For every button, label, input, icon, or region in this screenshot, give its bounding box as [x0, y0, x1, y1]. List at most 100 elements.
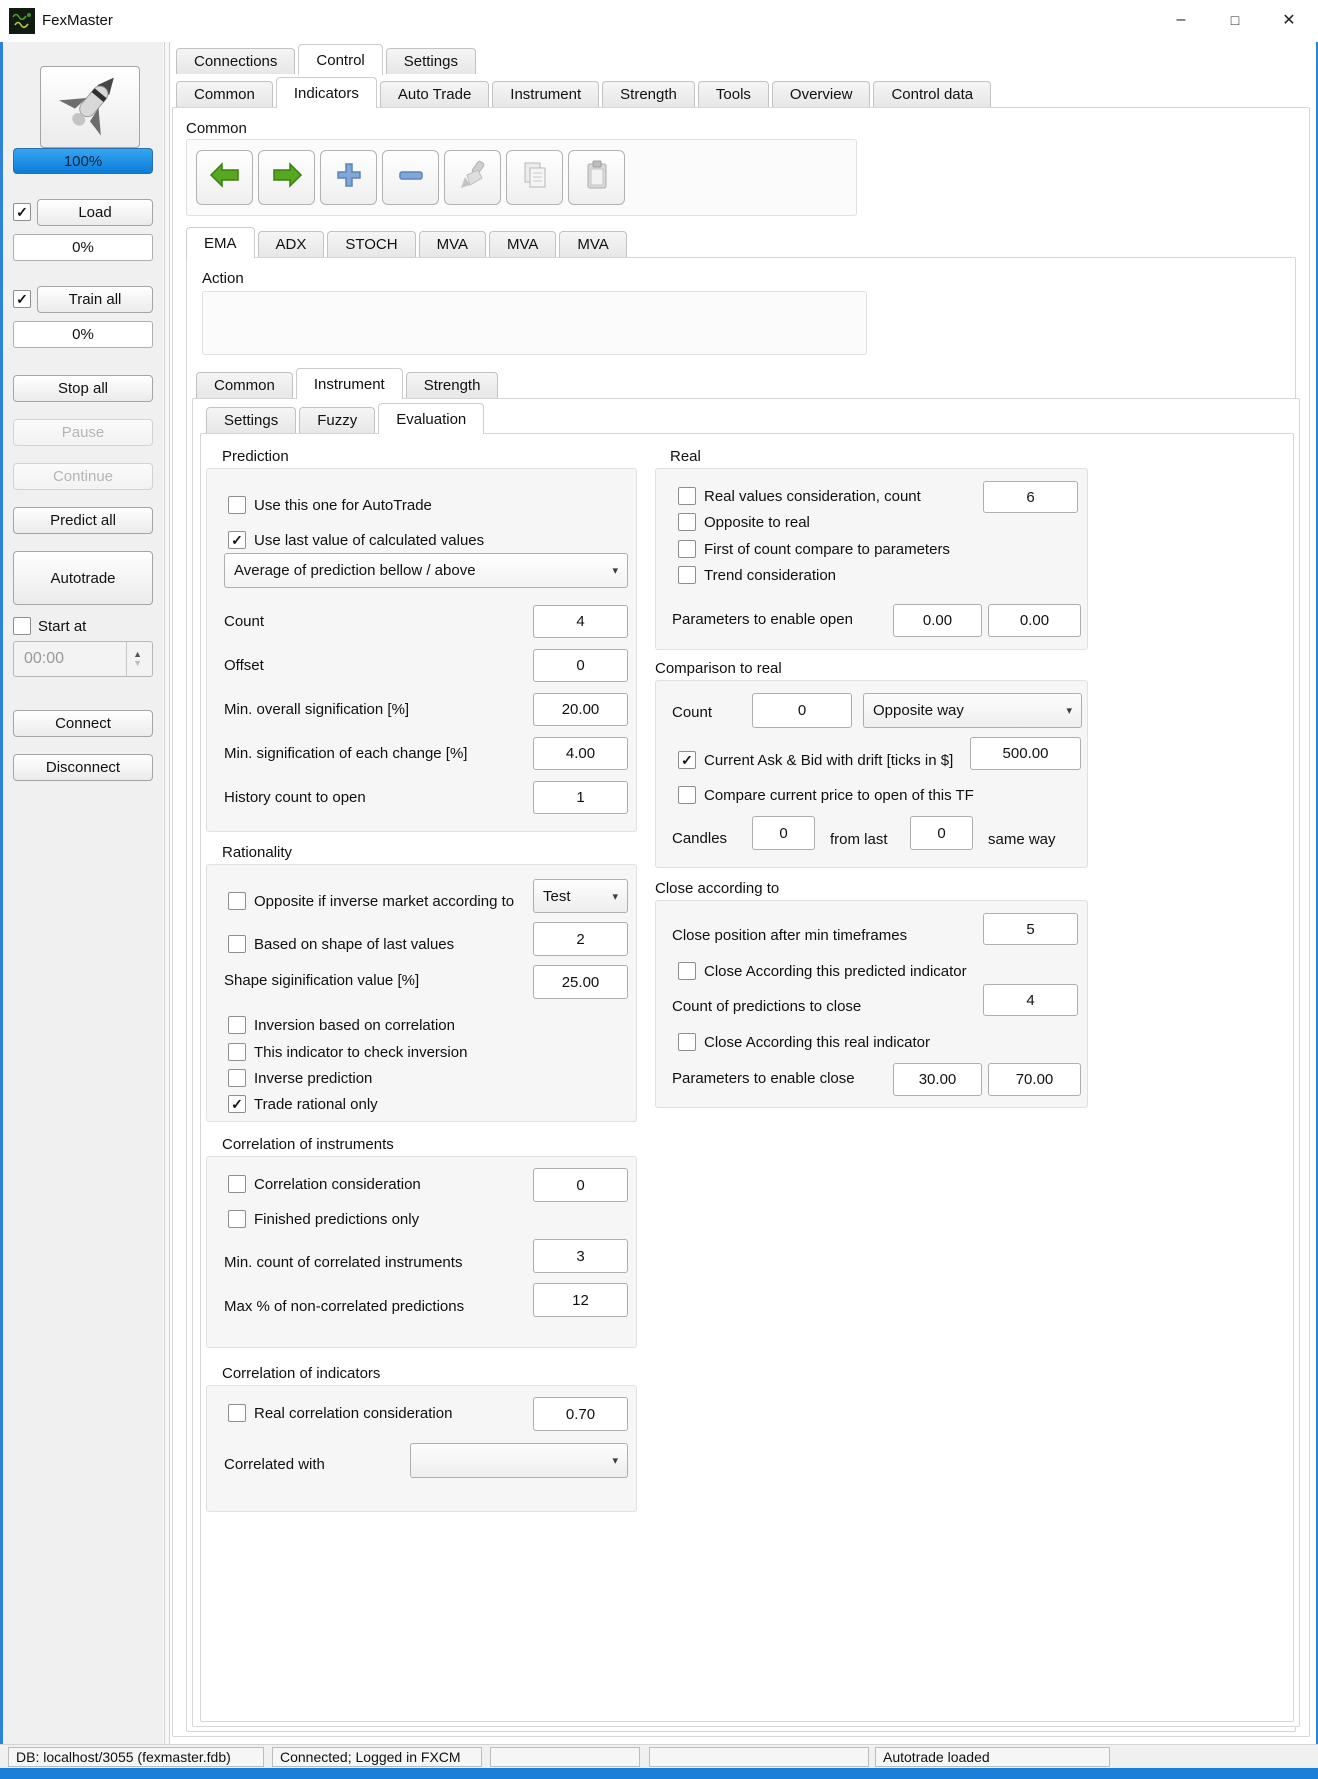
spin-down-icon[interactable]: ▼	[133, 659, 142, 668]
sidebar-splitter[interactable]	[164, 42, 170, 1744]
start-time-spinner[interactable]: 00:00 ▲ ▼	[13, 641, 153, 677]
opposite-to-real-checkbox[interactable]	[678, 513, 696, 531]
min-overall-field[interactable]: 20.00	[533, 693, 628, 726]
count-close-field[interactable]: 4	[983, 984, 1078, 1016]
params-open-field-1[interactable]: 0.00	[893, 604, 982, 637]
indicator-tabbar: EMA ADX STOCH MVA MVA MVA	[186, 228, 627, 258]
opposite-inverse-combo[interactable]: Test ▾	[533, 879, 628, 913]
correlated-with-label: Correlated with	[224, 1456, 325, 1473]
close-real-checkbox[interactable]	[678, 1033, 696, 1051]
from-last-field[interactable]: 0	[910, 816, 973, 850]
tab-adx[interactable]: ADX	[258, 231, 325, 257]
count-field[interactable]: 4	[533, 605, 628, 638]
start-at-checkbox[interactable]	[13, 617, 31, 635]
disconnect-button[interactable]: Disconnect	[13, 754, 153, 781]
tab-mva-1[interactable]: MVA	[419, 231, 486, 257]
stop-all-button[interactable]: Stop all	[13, 375, 153, 402]
real-consideration-checkbox[interactable]	[678, 487, 696, 505]
rocket-button[interactable]	[40, 66, 140, 148]
tab-mva-2[interactable]: MVA	[489, 231, 556, 257]
use-autotrade-checkbox[interactable]	[228, 496, 246, 514]
tab-ema-instrument[interactable]: Instrument	[296, 368, 403, 399]
close-after-field[interactable]: 5	[983, 913, 1078, 945]
max-noncorr-field[interactable]: 12	[533, 1283, 628, 1317]
opposite-inverse-checkbox[interactable]	[228, 892, 246, 910]
min-each-field[interactable]: 4.00	[533, 737, 628, 770]
tab-ema-common[interactable]: Common	[196, 372, 293, 398]
trend-consideration-checkbox[interactable]	[678, 566, 696, 584]
clean-button[interactable]	[444, 150, 501, 205]
opposite-to-real-label: Opposite to real	[704, 514, 810, 531]
train-all-button[interactable]: Train all	[37, 286, 153, 313]
tab-overview[interactable]: Overview	[772, 81, 871, 107]
pause-button[interactable]: Pause	[13, 419, 153, 446]
tab-indicators[interactable]: Indicators	[276, 77, 377, 108]
tab-control-data[interactable]: Control data	[873, 81, 991, 107]
tab-connections[interactable]: Connections	[176, 48, 295, 74]
connect-button[interactable]: Connect	[13, 710, 153, 737]
finished-predictions-checkbox[interactable]	[228, 1210, 246, 1228]
close-icon[interactable]: ✕	[1262, 0, 1316, 40]
load-button[interactable]: Load	[37, 199, 153, 226]
tab-mva-3[interactable]: MVA	[559, 231, 626, 257]
spinner-buttons[interactable]: ▲ ▼	[126, 642, 142, 676]
autotrade-button[interactable]: Autotrade	[13, 551, 153, 605]
tab-ema-strength[interactable]: Strength	[406, 372, 499, 398]
params-close-field-1[interactable]: 30.00	[893, 1063, 982, 1096]
inverse-prediction-checkbox[interactable]	[228, 1069, 246, 1087]
copy-button[interactable]	[506, 150, 563, 205]
tab-control[interactable]: Control	[298, 44, 382, 75]
inversion-corr-checkbox[interactable]	[228, 1016, 246, 1034]
tab-eval-evaluation[interactable]: Evaluation	[378, 403, 484, 434]
tab-auto-trade[interactable]: Auto Trade	[380, 81, 489, 107]
trend-consideration-label: Trend consideration	[704, 567, 836, 584]
corr-consideration-field[interactable]: 0	[533, 1168, 628, 1202]
close-predicted-checkbox[interactable]	[678, 962, 696, 980]
corr-consideration-checkbox[interactable]	[228, 1175, 246, 1193]
candles-field[interactable]: 0	[752, 816, 815, 850]
offset-field[interactable]: 0	[533, 649, 628, 682]
params-open-field-2[interactable]: 0.00	[988, 604, 1081, 637]
trade-rational-checkbox[interactable]: ✓	[228, 1095, 246, 1113]
params-close-field-2[interactable]: 70.00	[988, 1063, 1081, 1096]
check-inversion-checkbox[interactable]	[228, 1043, 246, 1061]
askbid-field[interactable]: 500.00	[970, 737, 1081, 770]
tab-instrument[interactable]: Instrument	[492, 81, 599, 107]
comparison-way-combo[interactable]: Opposite way ▾	[863, 693, 1082, 728]
correlated-with-combo[interactable]: ▾	[410, 1443, 628, 1478]
tab-settings[interactable]: Settings	[386, 48, 476, 74]
real-corr-checkbox[interactable]	[228, 1404, 246, 1422]
tab-strength[interactable]: Strength	[602, 81, 695, 107]
plus-icon	[334, 160, 364, 195]
real-corr-field[interactable]: 0.70	[533, 1397, 628, 1431]
tab-common[interactable]: Common	[176, 81, 273, 107]
paste-button[interactable]	[568, 150, 625, 205]
history-count-field[interactable]: 1	[533, 781, 628, 814]
compare-price-checkbox[interactable]	[678, 786, 696, 804]
remove-button[interactable]	[382, 150, 439, 205]
first-of-count-checkbox[interactable]	[678, 540, 696, 558]
tab-stoch[interactable]: STOCH	[327, 231, 415, 257]
prev-button[interactable]	[196, 150, 253, 205]
minimize-icon[interactable]: –	[1154, 0, 1208, 40]
shape-checkbox[interactable]	[228, 935, 246, 953]
tab-eval-fuzzy[interactable]: Fuzzy	[299, 407, 375, 433]
predict-all-button[interactable]: Predict all	[13, 507, 153, 534]
min-corr-count-field[interactable]: 3	[533, 1239, 628, 1273]
shape-field[interactable]: 2	[533, 922, 628, 956]
comparison-count-field[interactable]: 0	[752, 693, 852, 728]
askbid-checkbox[interactable]: ✓	[678, 751, 696, 769]
tab-eval-settings[interactable]: Settings	[206, 407, 296, 433]
shape-sig-field[interactable]: 25.00	[533, 965, 628, 999]
average-combo[interactable]: Average of prediction bellow / above ▾	[224, 553, 628, 588]
train-checkbox[interactable]: ✓	[13, 290, 31, 308]
use-last-value-checkbox[interactable]: ✓	[228, 531, 246, 549]
continue-button[interactable]: Continue	[13, 463, 153, 490]
real-consideration-field[interactable]: 6	[983, 481, 1078, 513]
load-checkbox[interactable]: ✓	[13, 203, 31, 221]
tab-tools[interactable]: Tools	[698, 81, 769, 107]
maximize-icon[interactable]: □	[1208, 0, 1262, 40]
next-button[interactable]	[258, 150, 315, 205]
add-button[interactable]	[320, 150, 377, 205]
tab-ema[interactable]: EMA	[186, 227, 255, 258]
